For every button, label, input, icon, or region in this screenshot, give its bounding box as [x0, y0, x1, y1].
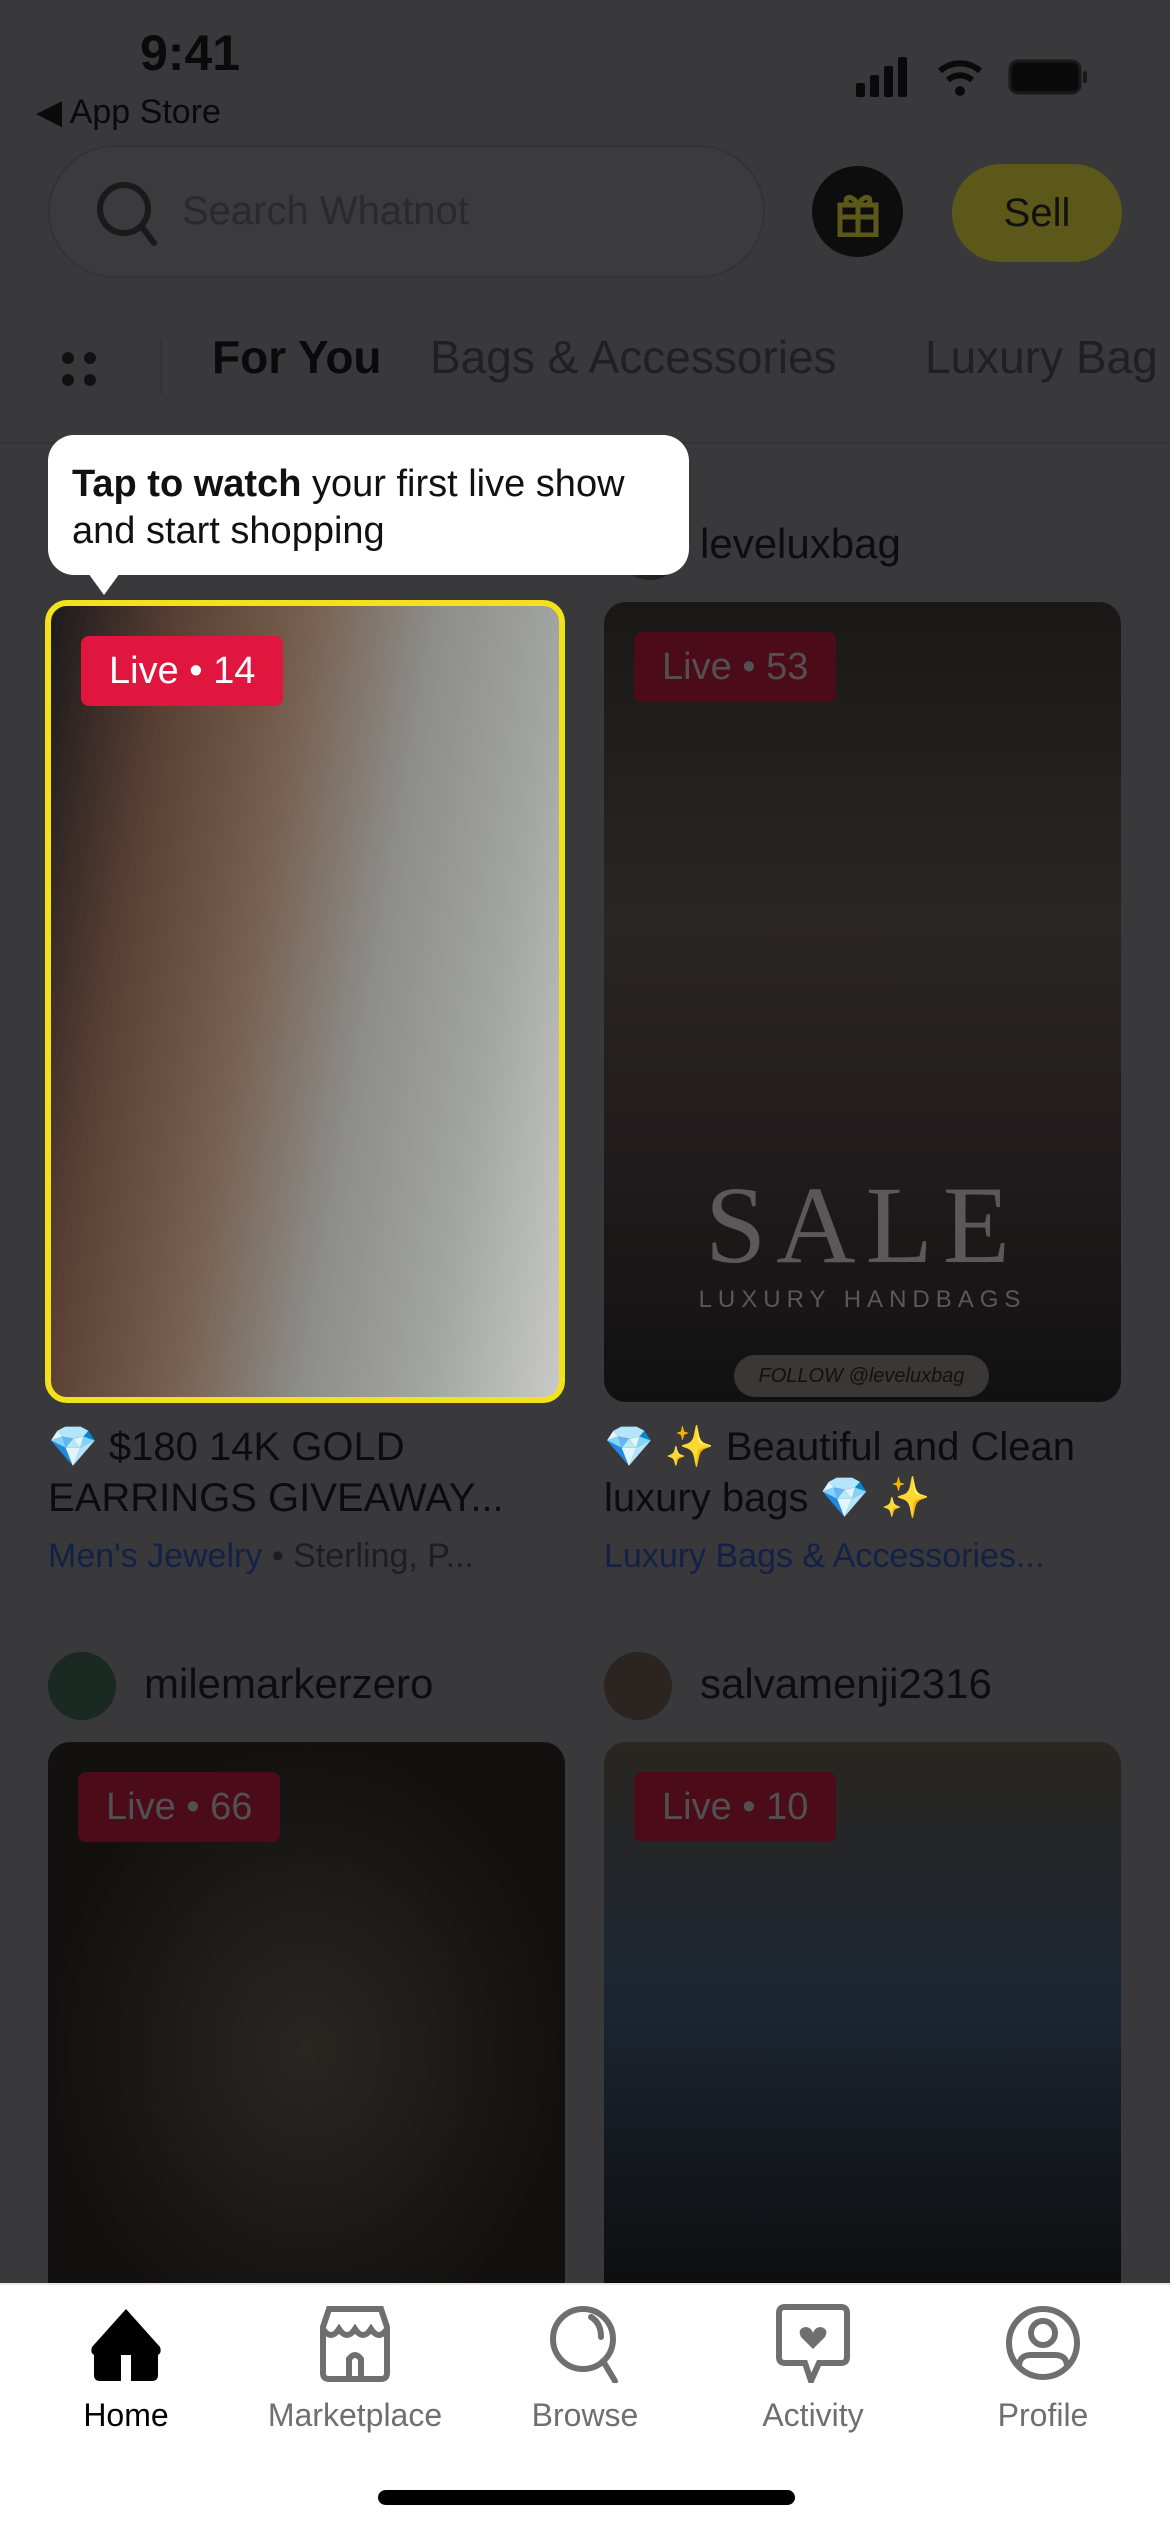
search-placeholder: Search Whatnot — [182, 189, 469, 233]
username[interactable]: salvamenji2316 — [700, 1660, 992, 1708]
category-tabs: For You Bags & Accessories Luxury Bag — [0, 330, 1170, 400]
profile-icon — [1006, 2306, 1080, 2380]
show-card[interactable]: Live • 10 — [604, 1742, 1121, 2302]
gift-button[interactable] — [812, 166, 903, 257]
thumb-follow-pill: FOLLOW @leveluxbag — [734, 1355, 989, 1397]
home-icon — [91, 2309, 161, 2381]
thumb-sale-text: SALE — [705, 1164, 1020, 1286]
heart-message-icon — [776, 2304, 850, 2383]
show-title[interactable]: 💎 ✨ Beautiful and Clean luxury bags 💎 ✨ — [604, 1422, 1124, 1524]
show-category: Men's Jewelry • Sterling, P... — [48, 1537, 474, 1575]
live-badge: Live • 14 — [81, 636, 284, 706]
live-badge: Live • 53 — [634, 632, 837, 702]
show-title[interactable]: 💎 $180 14K GOLD EARRINGS GIVEAWAY... — [48, 1422, 568, 1524]
show-card-highlighted[interactable]: Live • 14 — [45, 600, 565, 1403]
status-time: 9:41 — [140, 25, 241, 81]
tab-label: Browse — [531, 2397, 639, 2433]
live-badge: Live • 66 — [78, 1772, 281, 1842]
thumb-sub-text: LUXURY HANDBAGS — [698, 1286, 1027, 1313]
live-badge: Live • 10 — [634, 1772, 837, 1842]
search-icon — [550, 2306, 618, 2383]
back-label: App Store — [69, 93, 221, 131]
tooltip-bold: Tap to watch — [72, 463, 302, 505]
tab-profile[interactable]: Profile — [943, 2303, 1143, 2434]
tab-label: Home — [83, 2397, 169, 2433]
grid-icon[interactable] — [60, 350, 100, 390]
storefront-icon — [320, 2306, 390, 2382]
sell-button[interactable]: Sell — [952, 164, 1122, 262]
tab-for-you[interactable]: For You — [212, 330, 382, 384]
avatar[interactable] — [48, 1652, 116, 1720]
battery-icon — [1008, 59, 1087, 95]
tab-marketplace[interactable]: Marketplace — [255, 2303, 455, 2434]
tab-label: Activity — [762, 2397, 864, 2433]
avatar[interactable] — [604, 1652, 672, 1720]
username[interactable]: milemarkerzero — [144, 1660, 433, 1708]
tabs-divider — [160, 340, 162, 395]
onboarding-tooltip[interactable]: Tap to watch your first live show and st… — [48, 435, 689, 595]
tab-home[interactable]: Home — [26, 2303, 226, 2434]
show-card[interactable]: Live • 53 SALE LUXURY HANDBAGS FOLLOW @l… — [604, 602, 1121, 1402]
category-link[interactable]: Luxury Bags & Accessories... — [604, 1537, 1044, 1575]
tab-label: Profile — [997, 2397, 1089, 2433]
back-to-app-store[interactable]: ◀ App Store — [36, 92, 221, 132]
wifi-icon — [938, 60, 982, 83]
tab-label: Marketplace — [267, 2397, 443, 2433]
tab-activity[interactable]: Activity — [713, 2303, 913, 2434]
tab-browse[interactable]: Browse — [485, 2303, 685, 2434]
show-category: Luxury Bags & Accessories... — [604, 1537, 1124, 1576]
status-icons — [856, 57, 1087, 97]
category-link[interactable]: Men's Jewelry — [48, 1537, 262, 1575]
username[interactable]: leveluxbag — [700, 520, 901, 568]
tab-luxury-bags[interactable]: Luxury Bag — [925, 330, 1158, 384]
search-input[interactable]: Search Whatnot — [48, 145, 765, 278]
home-indicator — [378, 2490, 795, 2505]
signal-icon — [856, 57, 907, 97]
tab-bags-accessories[interactable]: Bags & Accessories — [430, 330, 837, 384]
subcategory: Sterling, P... — [293, 1537, 474, 1575]
show-card[interactable]: Live • 66 — [48, 1742, 565, 2302]
search-icon — [97, 182, 157, 246]
gift-icon — [837, 194, 878, 237]
